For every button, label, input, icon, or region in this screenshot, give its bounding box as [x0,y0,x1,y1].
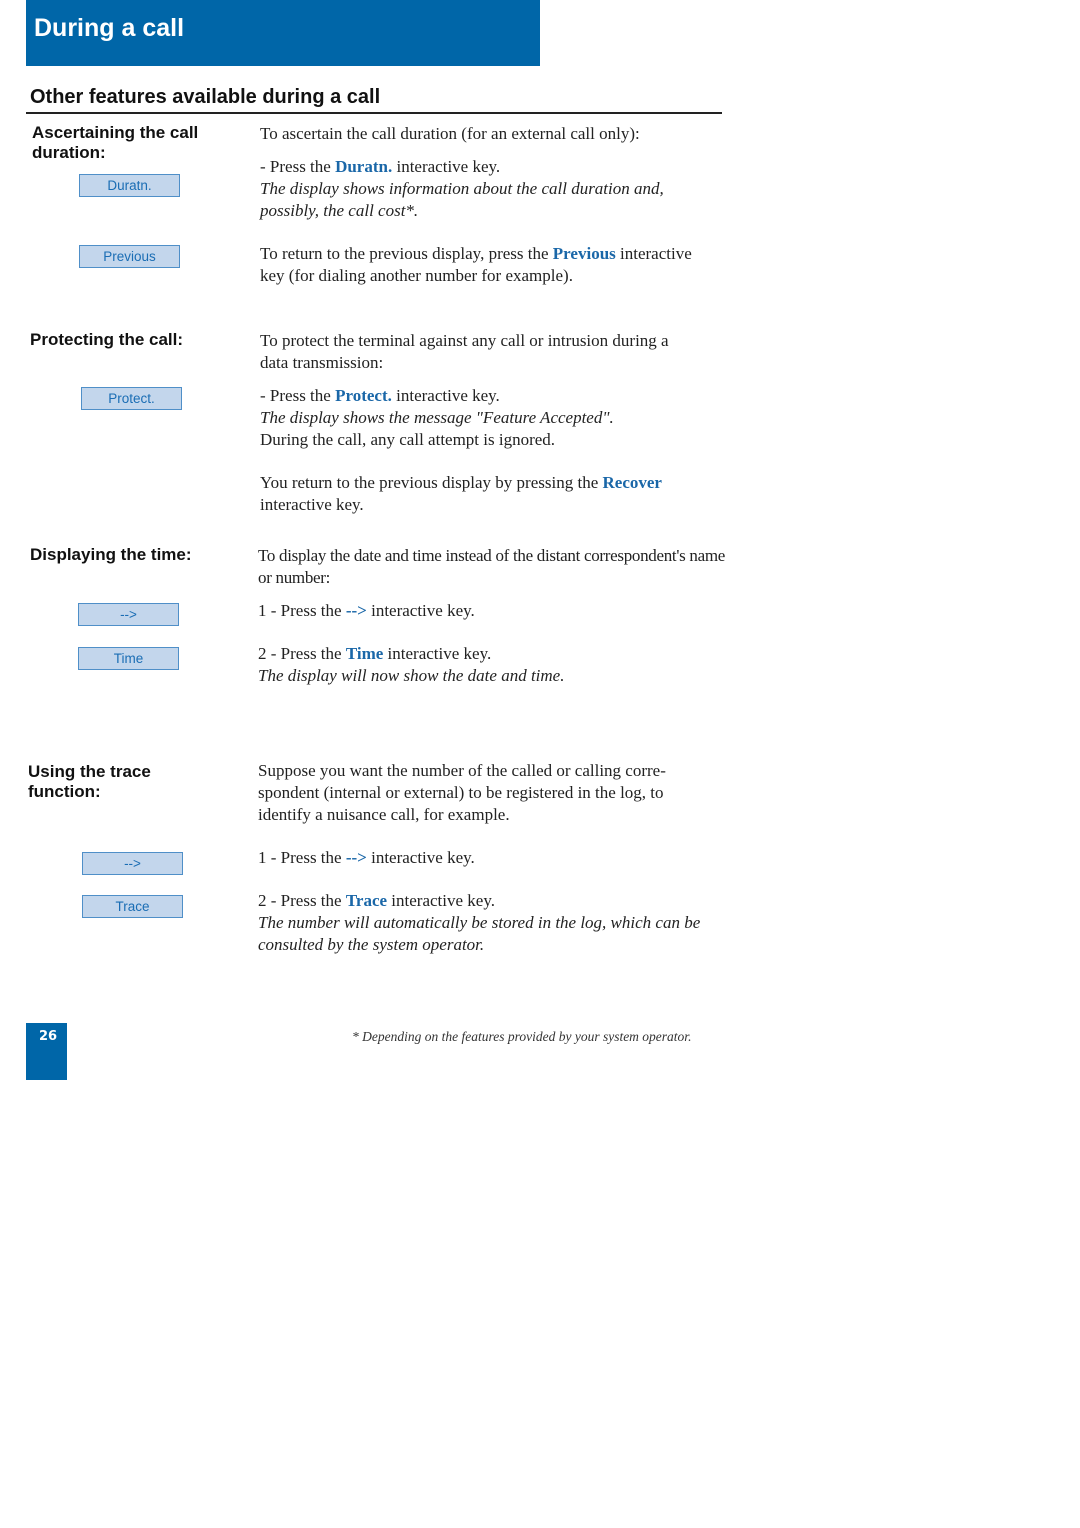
trace-note: The number will automatically be stored … [258,913,701,954]
time-keyword: Time [345,644,384,663]
previous-key[interactable]: Previous [79,245,180,268]
duration-intro: To ascertain the call duration (for an e… [260,124,640,143]
trace-key[interactable]: Trace [82,895,183,918]
duration-note: The display shows information about the … [260,179,664,220]
protect-note: The display shows the message "Feature A… [260,408,614,427]
time-intro: To display the date and time instead of … [258,546,726,587]
duratn-keyword: Duratn. [335,157,393,176]
trace-label: Using the trace function: [28,762,151,801]
chapter-header: During a call [26,0,540,66]
footnote: * Depending on the features provided by … [352,1029,692,1044]
page-number: 26 [39,1029,58,1044]
previous-keyword: Previous [552,244,616,263]
trace-keyword: Trace [345,891,388,910]
protect-step: - Press the Protect. interactive key. [260,386,500,405]
duratn-key[interactable]: Duratn. [79,174,180,197]
time-label: Displaying the time: [30,545,192,564]
chapter-title: During a call [34,14,185,42]
time-key[interactable]: Time [78,647,179,670]
protect-note2: During the call, any call attempt is ign… [260,430,556,449]
time-note: The display will now show the date and t… [258,666,565,685]
trace-intro: Suppose you want the number of the calle… [258,761,666,824]
protect-return: You return to the previous display by pr… [260,473,662,514]
trace-arrow-keyword: --> [345,848,367,867]
protect-label: Protecting the call: [30,330,184,349]
section-divider [26,112,722,114]
trace-step1: 1 - Press the --> interactive key. [258,848,475,867]
protect-key[interactable]: Protect. [81,387,182,410]
time-step2: 2 - Press the Time interactive key. [258,644,492,663]
arrow-keyword: --> [345,601,367,620]
protect-intro: To protect the terminal against any call… [260,331,669,372]
time-step1: 1 - Press the --> interactive key. [258,601,475,620]
duration-label: Ascertaining the call duration: [32,123,199,162]
page-number-tab: 26 [26,1023,67,1080]
arrow-key[interactable]: --> [78,603,179,626]
duration-return: To return to the previous display, press… [260,244,692,285]
duration-step: - Press the Duratn. interactive key. [260,157,501,176]
section-title: Other features available during a call [30,86,381,108]
trace-step2: 2 - Press the Trace interactive key. [258,891,495,910]
protect-keyword: Protect. [335,386,392,405]
trace-arrow-key[interactable]: --> [82,852,183,875]
recover-keyword: Recover [602,473,662,492]
